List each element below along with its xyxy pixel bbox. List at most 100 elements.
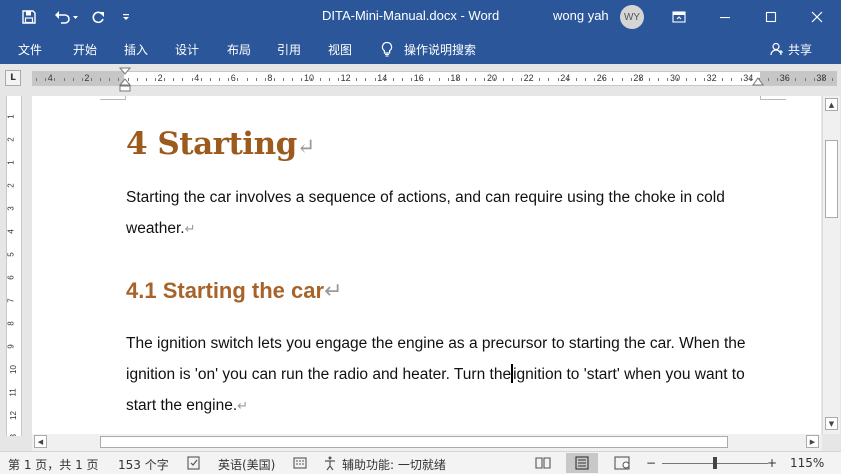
read-mode-icon[interactable] — [535, 455, 551, 471]
ruler-tick — [72, 78, 74, 81]
tab-design[interactable]: 设计 — [175, 41, 199, 58]
ruler-tick — [639, 78, 641, 81]
ruler-tick — [649, 78, 650, 81]
indent-markers[interactable] — [119, 67, 131, 93]
ruler-number: 12 — [340, 73, 351, 83]
heading-2[interactable]: 4.1 Starting the car↵ — [126, 278, 343, 304]
zoom-level[interactable]: 115% — [790, 456, 824, 470]
document-page[interactable]: 4 Starting↵ Starting the car involves a … — [32, 96, 821, 434]
tab-home[interactable]: 开始 — [73, 41, 97, 58]
zoom-slider-thumb[interactable] — [713, 457, 717, 469]
vertical-scroll-thumb[interactable] — [825, 140, 838, 218]
ruler-tick — [301, 78, 303, 81]
ruler-tick — [832, 78, 833, 81]
ruler-tick — [90, 78, 92, 81]
horizontal-scrollbar[interactable]: ◀ ▶ — [32, 434, 822, 451]
ruler-area: L 4 2 2 4 6 8 10 12 14 16 18 20 22 24 26 28 30 32 34 36 38 — [0, 64, 841, 92]
right-indent-marker[interactable] — [752, 77, 764, 87]
tab-stop-selector[interactable]: L — [5, 70, 21, 86]
share-button[interactable]: 共享 — [770, 37, 812, 61]
ruler-tick — [658, 78, 660, 81]
scroll-up-button[interactable]: ▲ — [825, 98, 838, 111]
tab-insert[interactable]: 插入 — [124, 41, 148, 58]
ruler-tick — [731, 78, 733, 81]
ruler-number: 1 — [6, 160, 16, 165]
paragraph-mark: ↵ — [324, 278, 343, 303]
maximize-icon — [765, 11, 777, 23]
ruler-tick — [438, 78, 440, 81]
tab-view[interactable]: 视图 — [328, 41, 352, 58]
ribbon-options-icon — [672, 11, 686, 23]
scroll-right-button[interactable]: ▶ — [806, 435, 819, 448]
print-layout-button[interactable] — [566, 453, 598, 473]
ruler-tick — [420, 78, 422, 81]
ruler-tick — [749, 78, 751, 81]
save-button[interactable] — [14, 0, 44, 34]
horizontal-ruler[interactable]: 4 2 2 4 6 8 10 12 14 16 18 20 22 24 26 28 30 32 34 36 38 — [32, 71, 837, 86]
ruler-tick — [228, 78, 230, 81]
ruler-tick — [255, 78, 257, 81]
ruler-tick — [447, 78, 449, 81]
status-bar: 第 1 页，共 1 页 153 个字 英语(美国) 辅助功能: 一切就绪 − +… — [0, 451, 841, 474]
undo-button[interactable] — [48, 0, 84, 34]
maximize-button[interactable] — [748, 0, 794, 34]
ruler-tick — [63, 78, 65, 81]
ruler-tick — [822, 78, 824, 81]
tab-file[interactable]: 文件 — [18, 41, 42, 58]
ribbon-display-options-button[interactable] — [656, 0, 702, 34]
vertical-scrollbar[interactable]: ▲ ▼ — [822, 96, 840, 434]
ruler-tick — [722, 78, 724, 81]
ruler-number: 30 — [670, 73, 681, 83]
arrow-down-icon: ▼ — [828, 419, 835, 428]
language[interactable]: 英语(美国) — [218, 456, 275, 473]
tell-me-label: 操作说明搜索 — [404, 42, 477, 57]
horizontal-scroll-thumb[interactable] — [100, 436, 728, 448]
vertical-ruler[interactable]: 121234567891011121314 — [6, 96, 22, 436]
macro-icon[interactable] — [292, 455, 308, 471]
ruler-tick — [36, 78, 37, 81]
ruler-number: 4 — [6, 229, 16, 234]
avatar[interactable]: WY — [620, 5, 644, 29]
paragraph-2[interactable]: The ignition switch lets you engage the … — [126, 328, 766, 421]
accessibility-icon[interactable] — [322, 455, 340, 471]
scroll-left-button[interactable]: ◀ — [34, 435, 47, 448]
zoom-in-button[interactable]: + — [767, 456, 777, 470]
user-name[interactable]: wong yah — [553, 8, 609, 23]
document-title: DITA-Mini-Manual.docx - Word — [322, 8, 500, 23]
ruler-number: 11 — [8, 388, 18, 397]
tab-layout[interactable]: 布局 — [227, 41, 251, 58]
zoom-out-button[interactable]: − — [646, 456, 656, 470]
customize-quick-access-button[interactable] — [116, 0, 136, 34]
ruler-number: 16 — [413, 73, 424, 83]
person-icon — [770, 42, 783, 56]
ruler-tick — [81, 78, 83, 81]
web-layout-icon[interactable] — [614, 455, 632, 471]
redo-button[interactable] — [86, 0, 110, 34]
accessibility-status[interactable]: 辅助功能: 一切就绪 — [342, 456, 446, 473]
ruler-number: 28 — [633, 73, 644, 83]
scroll-down-button[interactable]: ▼ — [825, 417, 838, 430]
ruler-number: 20 — [487, 73, 498, 83]
page-count[interactable]: 第 1 页，共 1 页 — [8, 456, 99, 473]
ruler-tick — [813, 78, 815, 81]
ruler-tick — [621, 78, 623, 81]
heading-1[interactable]: 4 Starting↵ — [126, 126, 315, 162]
close-button[interactable] — [794, 0, 840, 34]
ruler-tick — [603, 78, 605, 81]
proofing-icon[interactable] — [186, 455, 202, 471]
arrow-up-icon: ▲ — [828, 100, 835, 109]
ruler-tick — [777, 78, 779, 81]
minimize-button[interactable] — [702, 0, 748, 34]
ruler-number: 7 — [6, 298, 16, 303]
save-icon — [22, 10, 36, 24]
ruler-tick — [411, 78, 413, 81]
ruler-tick — [365, 78, 367, 81]
word-count[interactable]: 153 个字 — [118, 456, 169, 473]
paragraph-1[interactable]: Starting the car involves a sequence of … — [126, 182, 766, 244]
ruler-tick — [548, 78, 550, 81]
ruler-tick — [337, 78, 339, 81]
ruler-tick — [145, 78, 147, 81]
tab-references[interactable]: 引用 — [277, 41, 301, 58]
ruler-number: 2 — [84, 73, 90, 83]
tell-me-search[interactable]: 操作说明搜索 — [380, 37, 476, 61]
